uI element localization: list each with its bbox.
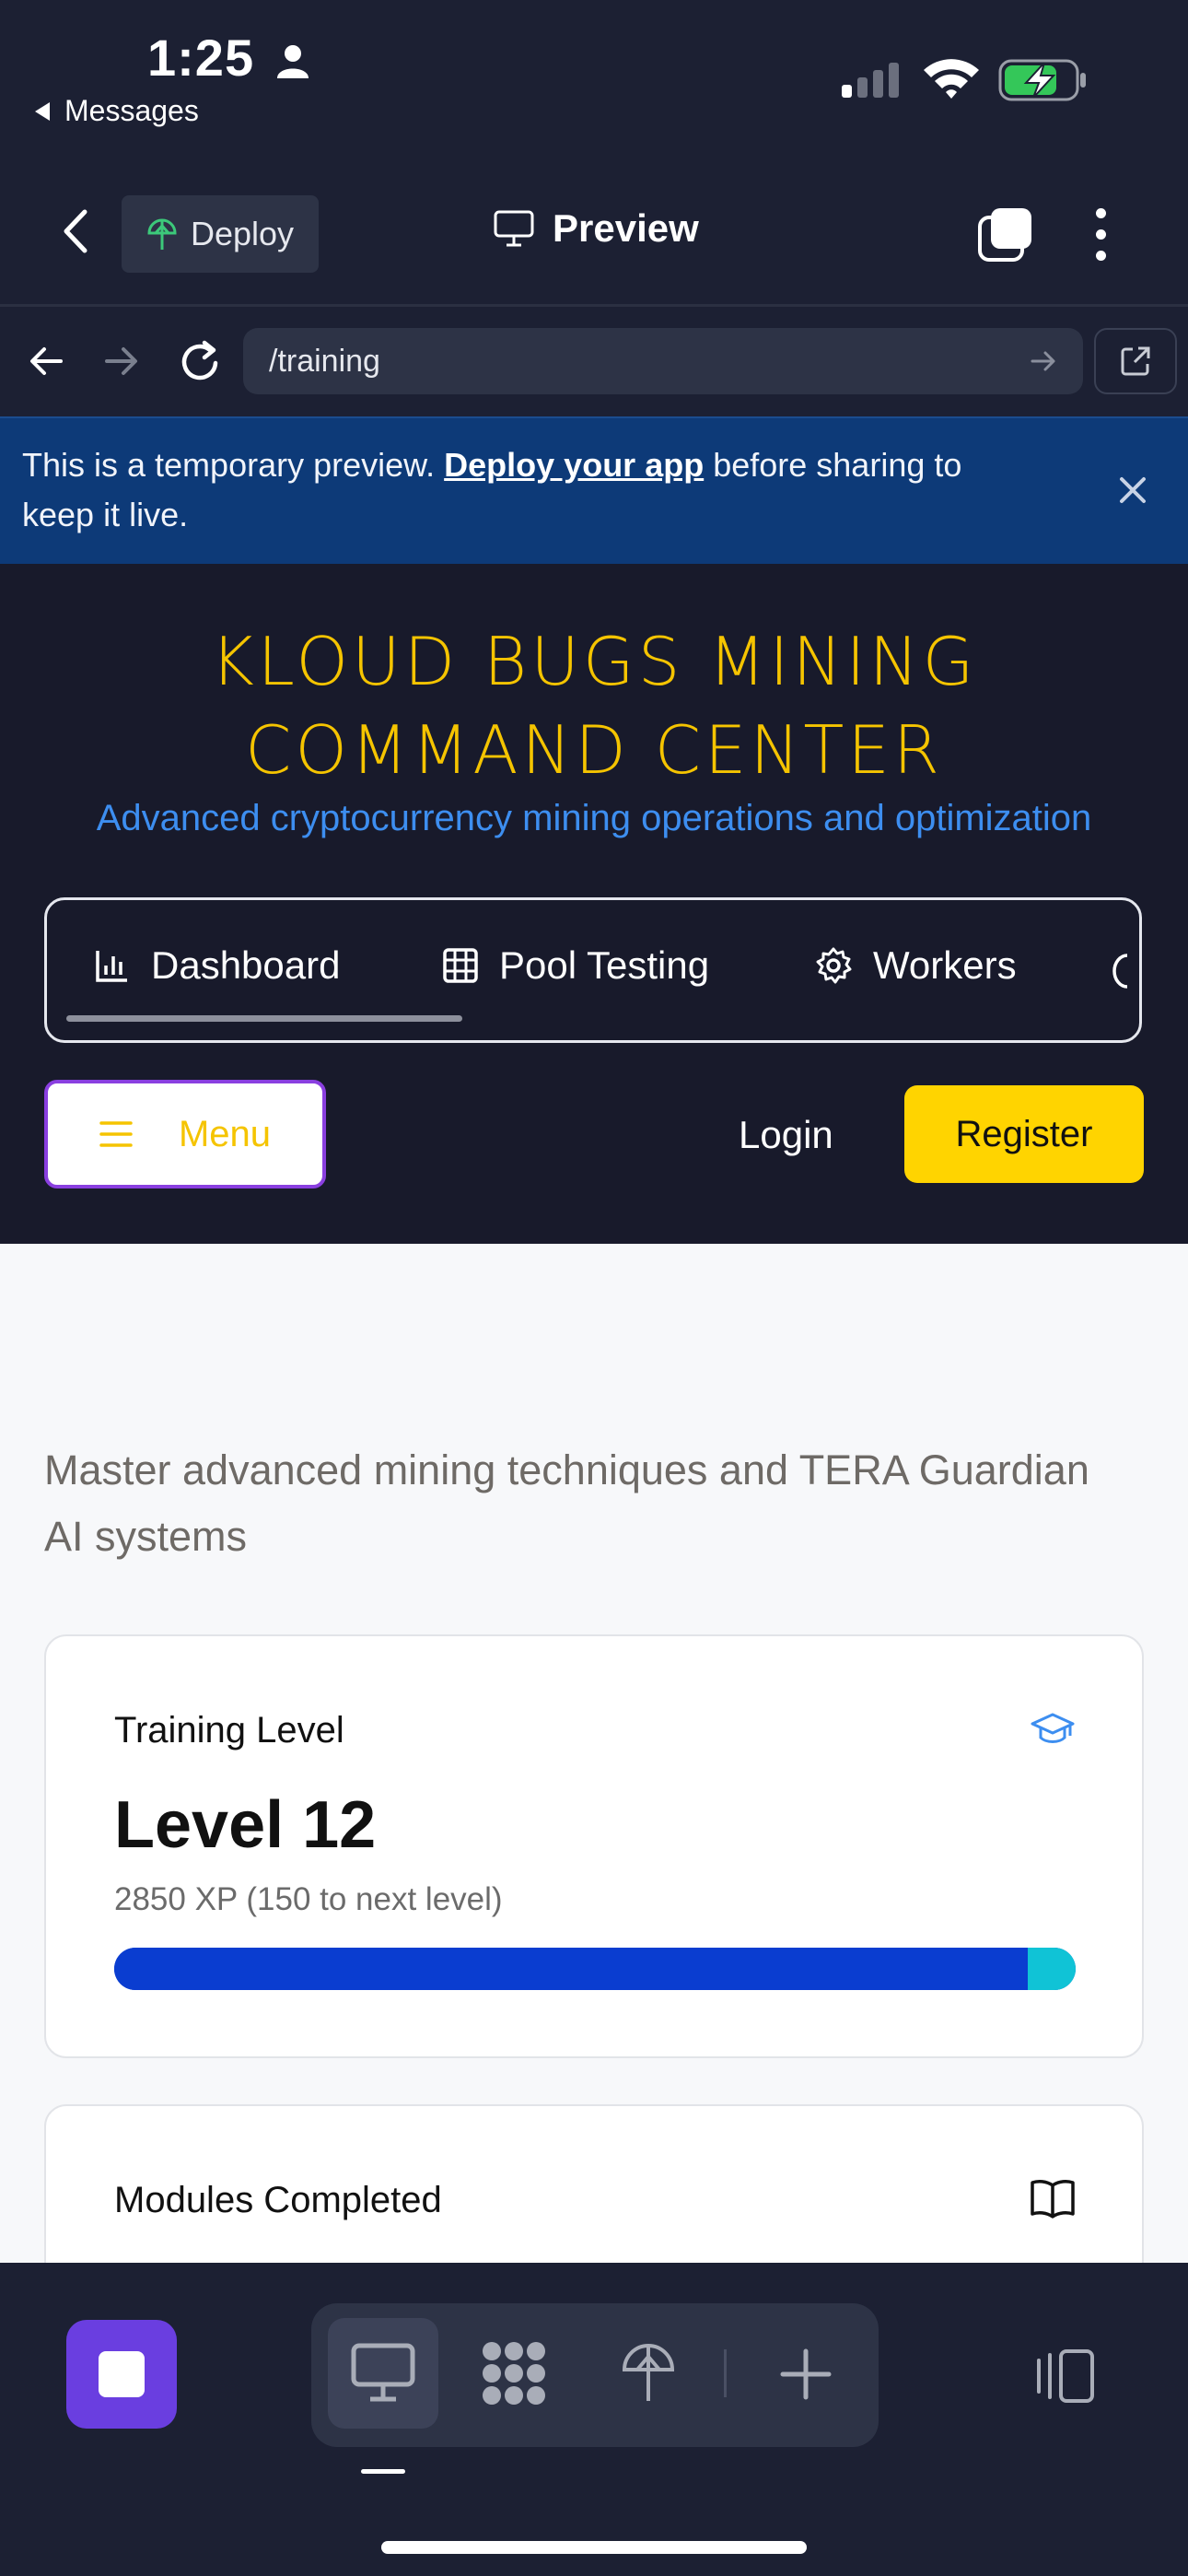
arrow-left-icon[interactable] xyxy=(28,343,64,380)
card-label: Training Level xyxy=(114,1710,344,1751)
app-subtitle: Advanced cryptocurrency mining operation… xyxy=(96,798,1092,838)
gear-icon xyxy=(816,947,852,984)
toolbar-separator xyxy=(724,2349,727,2397)
cell-signal-icon xyxy=(842,63,899,98)
back-to-messages[interactable]: Messages xyxy=(33,94,199,128)
more-tab-icon[interactable] xyxy=(1112,953,1129,989)
banner-message: This is a temporary preview. Deploy your… xyxy=(22,446,962,533)
panels-icon[interactable] xyxy=(1031,2348,1096,2405)
login-button[interactable]: Login xyxy=(739,1113,833,1157)
plus-icon[interactable] xyxy=(779,2348,833,2401)
back-chevron-icon[interactable] xyxy=(61,208,88,254)
close-icon[interactable] xyxy=(1116,474,1149,507)
preview-tab[interactable]: Preview xyxy=(494,206,699,251)
xp-progress-bar xyxy=(114,1948,1076,1990)
deploy-icon[interactable] xyxy=(621,2340,676,2405)
card-label: Modules Completed xyxy=(114,2180,442,2220)
stop-button[interactable] xyxy=(66,2320,177,2429)
more-options-icon[interactable] xyxy=(1096,208,1106,261)
graduation-cap-icon xyxy=(1031,1713,1075,1743)
tab-dashboard[interactable]: Dashboard xyxy=(94,943,340,988)
tab-pool-testing[interactable]: Pool Testing xyxy=(442,943,709,988)
external-link-icon xyxy=(1121,346,1150,376)
home-indicator[interactable] xyxy=(381,2541,807,2554)
divider xyxy=(0,304,1188,307)
url-field[interactable]: /training xyxy=(243,328,1083,394)
bar-chart-icon xyxy=(96,951,127,982)
book-icon xyxy=(1031,2180,1075,2219)
apps-icon[interactable] xyxy=(479,2340,549,2406)
tab-workers[interactable]: Workers xyxy=(814,943,1017,988)
desktop-icon[interactable] xyxy=(350,2342,416,2403)
xp-progress-remaining xyxy=(1028,1948,1076,1990)
status-time: 1:25 xyxy=(147,28,310,88)
app-title: KLOUD BUGS MINING COMMAND CENTER xyxy=(210,623,978,789)
tabs-icon[interactable] xyxy=(976,206,1035,263)
active-indicator xyxy=(361,2469,405,2474)
tab-indicator xyxy=(66,1015,462,1022)
battery-charging-icon xyxy=(998,59,1086,101)
arrow-right-icon[interactable] xyxy=(103,343,140,380)
stop-icon xyxy=(99,2351,145,2397)
monitor-icon xyxy=(494,210,534,247)
training-level-value: Level 12 xyxy=(114,1788,377,1862)
deploy-button[interactable]: Deploy xyxy=(122,195,319,273)
hamburger-icon xyxy=(99,1121,133,1147)
deploy-icon xyxy=(147,218,177,250)
xp-progress-fill xyxy=(114,1948,1028,1990)
wifi-icon xyxy=(924,59,979,99)
person-icon xyxy=(276,45,309,79)
menu-button[interactable]: Menu xyxy=(44,1080,326,1188)
grid-icon xyxy=(443,948,478,983)
back-triangle-icon xyxy=(35,101,50,121)
reload-icon[interactable] xyxy=(177,339,223,385)
deploy-app-link[interactable]: Deploy your app xyxy=(444,446,704,484)
xp-text: 2850 XP (150 to next level) xyxy=(114,1881,503,1917)
intro-text: Master advanced mining techniques and TE… xyxy=(44,1446,1089,1560)
go-arrow-icon[interactable] xyxy=(1030,347,1057,375)
open-external-button[interactable] xyxy=(1094,328,1177,394)
register-button[interactable]: Register xyxy=(904,1085,1144,1183)
